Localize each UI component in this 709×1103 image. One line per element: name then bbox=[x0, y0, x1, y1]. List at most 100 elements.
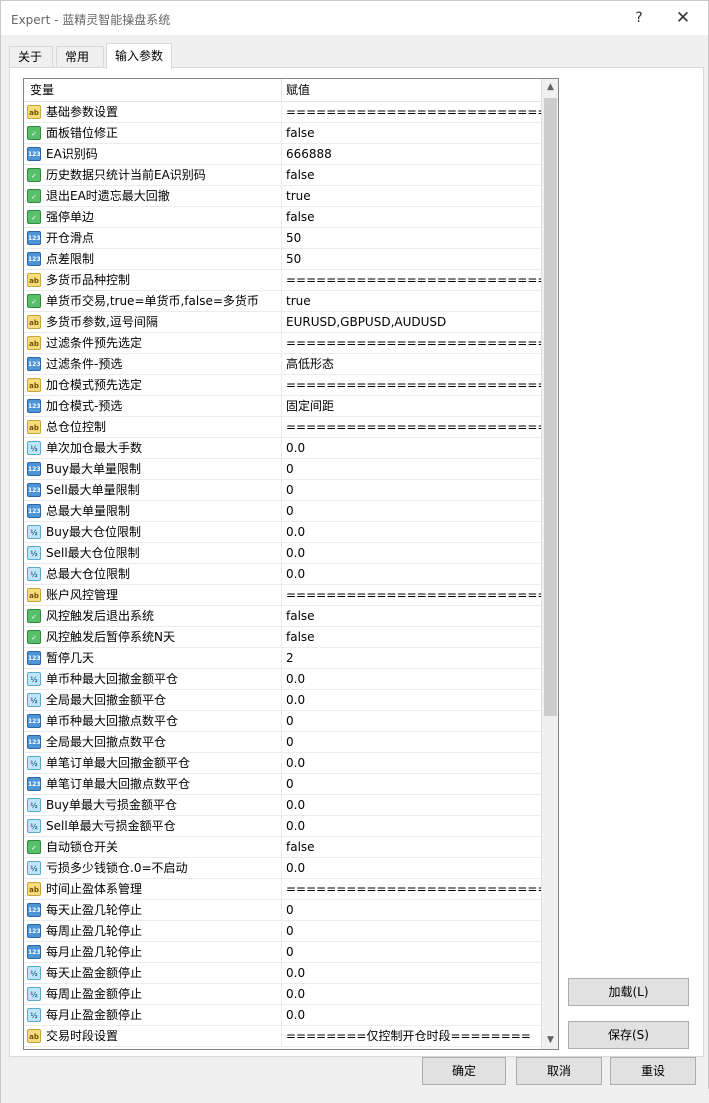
param-name-cell[interactable]: ½ Sell单最大亏损金额平仓 bbox=[24, 816, 282, 837]
param-name-cell[interactable]: 123 暂停几天 bbox=[24, 648, 282, 669]
load-button[interactable]: 加载(L) bbox=[568, 978, 689, 1006]
table-row[interactable]: 123 每天止盈几轮停止 0 bbox=[24, 900, 541, 921]
param-value-cell[interactable]: 0.0 bbox=[282, 753, 541, 774]
param-name-cell[interactable]: 123 每天止盈几轮停止 bbox=[24, 900, 282, 921]
table-row[interactable]: ✓ 退出EA时遗忘最大回撤 true bbox=[24, 186, 541, 207]
table-row[interactable]: ½ 亏损多少钱锁仓.0=不启动 0.0 bbox=[24, 858, 541, 879]
table-row[interactable]: ab 加仓模式预先选定 ===========================... bbox=[24, 375, 541, 396]
table-row[interactable]: ab 多货币品种控制 ===========================... bbox=[24, 270, 541, 291]
table-row[interactable]: ✓ 自动锁仓开关 false bbox=[24, 837, 541, 858]
param-value-cell[interactable]: ===========================... bbox=[282, 585, 541, 606]
table-row[interactable]: ✓ 历史数据只统计当前EA识别码 false bbox=[24, 165, 541, 186]
param-value-cell[interactable]: ========仅控制开仓时段======== bbox=[282, 1026, 541, 1047]
table-row[interactable]: ½ Buy最大仓位限制 0.0 bbox=[24, 522, 541, 543]
param-name-cell[interactable]: ab 加仓模式预先选定 bbox=[24, 375, 282, 396]
scroll-thumb[interactable] bbox=[544, 98, 557, 716]
param-value-cell[interactable]: ===========================... bbox=[282, 879, 541, 900]
param-name-cell[interactable]: ✓ 自动锁仓开关 bbox=[24, 837, 282, 858]
table-row[interactable]: ½ Sell最大仓位限制 0.0 bbox=[24, 543, 541, 564]
save-button[interactable]: 保存(S) bbox=[568, 1021, 689, 1049]
table-row[interactable]: ½ 每月止盈金额停止 0.0 bbox=[24, 1005, 541, 1026]
param-name-cell[interactable]: ✓ 面板错位修正 bbox=[24, 123, 282, 144]
param-value-cell[interactable]: 0 bbox=[282, 942, 541, 963]
param-name-cell[interactable]: ab 多货币品种控制 bbox=[24, 270, 282, 291]
table-row[interactable]: ½ 每周止盈金额停止 0.0 bbox=[24, 984, 541, 1005]
param-value-cell[interactable]: 0 bbox=[282, 732, 541, 753]
vertical-scrollbar[interactable]: ▲ ▼ bbox=[541, 79, 558, 1049]
table-row[interactable]: 123 Buy最大单量限制 0 bbox=[24, 459, 541, 480]
param-value-cell[interactable]: 50 bbox=[282, 228, 541, 249]
param-name-cell[interactable]: ✓ 退出EA时遗忘最大回撤 bbox=[24, 186, 282, 207]
param-name-cell[interactable]: 123 点差限制 bbox=[24, 249, 282, 270]
param-value-cell[interactable]: true bbox=[282, 186, 541, 207]
table-row[interactable]: ab 总仓位控制 ===========================... bbox=[24, 417, 541, 438]
param-value-cell[interactable]: 固定间距 bbox=[282, 396, 541, 417]
param-name-cell[interactable]: 123 总最大单量限制 bbox=[24, 501, 282, 522]
param-value-cell[interactable]: 0.0 bbox=[282, 816, 541, 837]
table-row[interactable]: ✓ 单货币交易,true=单货币,false=多货币 true bbox=[24, 291, 541, 312]
param-name-cell[interactable]: ½ 单次加仓最大手数 bbox=[24, 438, 282, 459]
param-name-cell[interactable]: 123 EA识别码 bbox=[24, 144, 282, 165]
param-value-cell[interactable]: 0.0 bbox=[282, 984, 541, 1005]
param-value-cell[interactable]: 0.0 bbox=[282, 1005, 541, 1026]
param-name-cell[interactable]: 123 单笔订单最大回撤点数平仓 bbox=[24, 774, 282, 795]
param-value-cell[interactable]: 50 bbox=[282, 249, 541, 270]
param-value-cell[interactable]: false bbox=[282, 207, 541, 228]
param-value-cell[interactable]: false bbox=[282, 123, 541, 144]
param-name-cell[interactable]: ✓ 风控触发后退出系统 bbox=[24, 606, 282, 627]
tab-input-params[interactable]: 输入参数 bbox=[106, 43, 172, 69]
param-name-cell[interactable]: ✓ 风控触发后暂停系统N天 bbox=[24, 627, 282, 648]
param-name-cell[interactable]: ½ 单币种最大回撤金额平仓 bbox=[24, 669, 282, 690]
param-name-cell[interactable]: ½ Buy最大仓位限制 bbox=[24, 522, 282, 543]
param-name-cell[interactable]: ✓ 强停单边 bbox=[24, 207, 282, 228]
table-row[interactable]: 123 全局最大回撤点数平仓 0 bbox=[24, 732, 541, 753]
param-value-cell[interactable]: 0.0 bbox=[282, 669, 541, 690]
param-value-cell[interactable]: 666888 bbox=[282, 144, 541, 165]
table-row[interactable]: ½ 总最大仓位限制 0.0 bbox=[24, 564, 541, 585]
param-value-cell[interactable]: ===========================... bbox=[282, 417, 541, 438]
table-row[interactable]: ½ 全局最大回撤金额平仓 0.0 bbox=[24, 690, 541, 711]
param-value-cell[interactable]: false bbox=[282, 837, 541, 858]
table-row[interactable]: 123 暂停几天 2 bbox=[24, 648, 541, 669]
cancel-button[interactable]: 取消 bbox=[516, 1057, 602, 1085]
param-value-cell[interactable]: 0 bbox=[282, 774, 541, 795]
param-name-cell[interactable]: 123 单币种最大回撤点数平仓 bbox=[24, 711, 282, 732]
param-value-cell[interactable]: false bbox=[282, 165, 541, 186]
param-value-cell[interactable]: 0.0 bbox=[282, 564, 541, 585]
table-row[interactable]: ab 账户风控管理 ===========================... bbox=[24, 585, 541, 606]
param-name-cell[interactable]: 123 开仓滑点 bbox=[24, 228, 282, 249]
param-name-cell[interactable]: ½ 亏损多少钱锁仓.0=不启动 bbox=[24, 858, 282, 879]
param-name-cell[interactable]: 123 加仓模式-预选 bbox=[24, 396, 282, 417]
table-row[interactable]: ab 过滤条件预先选定 ===========================... bbox=[24, 333, 541, 354]
param-value-cell[interactable]: 2 bbox=[282, 648, 541, 669]
param-value-cell[interactable]: 0.0 bbox=[282, 963, 541, 984]
table-row[interactable]: ab 基础参数设置 ===========================... bbox=[24, 102, 541, 123]
param-name-cell[interactable]: ½ Buy单最大亏损金额平仓 bbox=[24, 795, 282, 816]
table-row[interactable]: ½ 单次加仓最大手数 0.0 bbox=[24, 438, 541, 459]
table-row[interactable]: ab 多货币参数,逗号间隔 EURUSD,GBPUSD,AUDUSD bbox=[24, 312, 541, 333]
close-icon[interactable]: ✕ bbox=[665, 3, 701, 33]
param-name-cell[interactable]: 123 全局最大回撤点数平仓 bbox=[24, 732, 282, 753]
table-row[interactable]: 123 加仓模式-预选 固定间距 bbox=[24, 396, 541, 417]
param-value-cell[interactable]: 0.0 bbox=[282, 438, 541, 459]
table-row[interactable]: 123 每周止盈几轮停止 0 bbox=[24, 921, 541, 942]
param-name-cell[interactable]: 123 每月止盈几轮停止 bbox=[24, 942, 282, 963]
param-name-cell[interactable]: ab 基础参数设置 bbox=[24, 102, 282, 123]
table-row[interactable]: 123 每月止盈几轮停止 0 bbox=[24, 942, 541, 963]
scroll-up-arrow-icon[interactable]: ▲ bbox=[542, 79, 558, 96]
param-name-cell[interactable]: ✓ 历史数据只统计当前EA识别码 bbox=[24, 165, 282, 186]
param-name-cell[interactable]: ab 总仓位控制 bbox=[24, 417, 282, 438]
table-row[interactable]: 123 总最大单量限制 0 bbox=[24, 501, 541, 522]
table-row[interactable]: 123 Sell最大单量限制 0 bbox=[24, 480, 541, 501]
param-name-cell[interactable]: ab 账户风控管理 bbox=[24, 585, 282, 606]
param-name-cell[interactable]: 123 每周止盈几轮停止 bbox=[24, 921, 282, 942]
param-name-cell[interactable]: ab 过滤条件预先选定 bbox=[24, 333, 282, 354]
param-value-cell[interactable]: ===========================... bbox=[282, 333, 541, 354]
param-value-cell[interactable]: ===========================... bbox=[282, 375, 541, 396]
table-row[interactable]: 123 点差限制 50 bbox=[24, 249, 541, 270]
param-name-cell[interactable]: ½ 每月止盈金额停止 bbox=[24, 1005, 282, 1026]
reset-button[interactable]: 重设 bbox=[610, 1057, 696, 1085]
param-value-cell[interactable]: ===========================... bbox=[282, 102, 541, 123]
column-header-variable[interactable]: 变量 bbox=[24, 79, 282, 102]
param-name-cell[interactable]: ab 多货币参数,逗号间隔 bbox=[24, 312, 282, 333]
